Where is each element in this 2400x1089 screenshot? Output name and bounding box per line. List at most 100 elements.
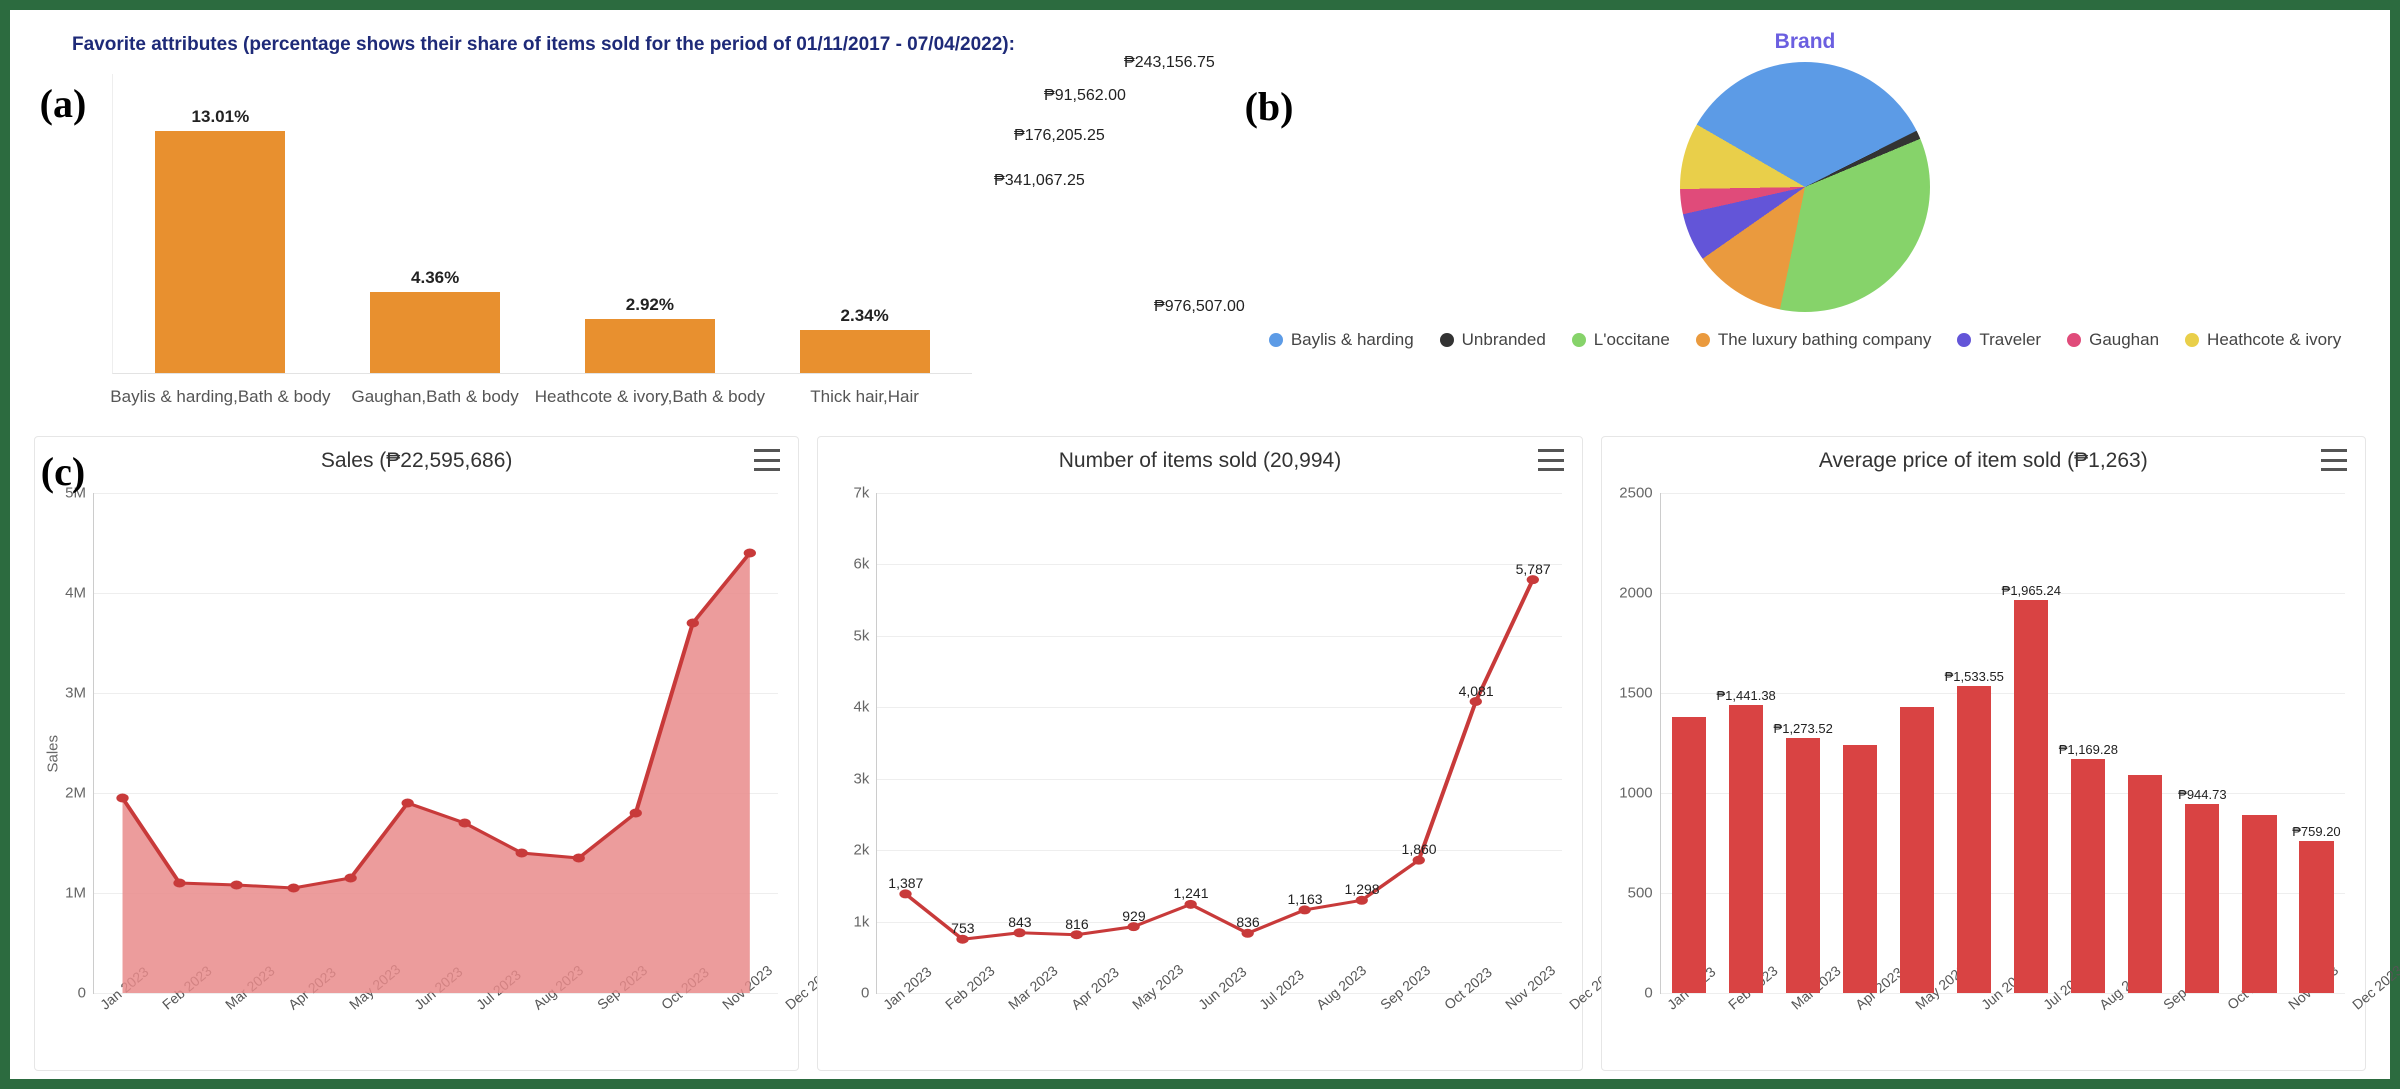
avg-price-bar <box>1900 707 1934 993</box>
items-plot: 01k2k3k4k5k6k7kJan 2023Feb 2023Mar 2023A… <box>876 483 1561 1064</box>
avg-price-bar: ₱759.20 <box>2299 841 2333 993</box>
hamburger-icon[interactable] <box>1538 449 1564 471</box>
y-tick-label: 0 <box>861 985 877 1002</box>
pie-slice-label: ₱91,562.00 <box>1044 87 1126 105</box>
y-tick-label: 7k <box>853 485 877 502</box>
legend-swatch-icon <box>1696 333 1710 347</box>
hamburger-icon[interactable] <box>2321 449 2347 471</box>
bar-value-label: ₱1,965.24 <box>2002 583 2061 598</box>
sales-card-title: Sales (₱22,595,686) <box>321 449 512 473</box>
y-tick-label: 0 <box>78 985 94 1002</box>
panel-letter-c: (c) <box>28 448 98 495</box>
sales-plot: Sales 01M2M3M4M5MJan 2023Feb 2023Mar 202… <box>93 483 778 1064</box>
avg-price-bar <box>1672 717 1706 993</box>
bar-value-label: 4.36% <box>411 268 459 288</box>
bar-col: 4.36%Gaughan,Bath & body <box>328 74 543 373</box>
bar-value-label: ₱1,533.55 <box>1945 669 2004 684</box>
bar <box>585 319 715 373</box>
bar-col: 13.01%Baylis & harding,Bath & body <box>113 74 328 373</box>
legend-swatch-icon <box>2067 333 2081 347</box>
brand-pie-panel: (b) Brand ₱967,964.75₱32,030.00₱976,507.… <box>1244 28 2366 428</box>
point-value-label: 1,241 <box>1173 885 1208 901</box>
panel-letter-b: (b) <box>1234 83 1304 130</box>
bar <box>155 131 285 373</box>
pie-slice-label: ₱976,507.00 <box>1154 298 1245 316</box>
y-tick-label: 2000 <box>1619 585 1660 602</box>
y-tick-label: 1k <box>853 913 877 930</box>
y-tick-label: 1500 <box>1619 685 1660 702</box>
brand-pie-title: Brand <box>1244 30 2366 54</box>
y-tick-label: 3k <box>853 770 877 787</box>
point-value-label: 836 <box>1236 914 1259 930</box>
legend-swatch-icon <box>1957 333 1971 347</box>
legend-label: Gaughan <box>2089 330 2159 350</box>
x-tick-label: Dec 2023 <box>2346 962 2400 1015</box>
panel-letter-a: (a) <box>28 80 98 127</box>
legend-swatch-icon <box>2185 333 2199 347</box>
items-card-title: Number of items sold (20,994) <box>1059 449 1341 473</box>
legend-item[interactable]: The luxury bathing company <box>1696 330 1932 350</box>
bar-category-label: Thick hair,Hair <box>810 387 919 407</box>
bar-col: 2.92%Heathcote & ivory,Bath & body <box>543 74 758 373</box>
legend-label: Traveler <box>1979 330 2041 350</box>
y-tick-label: 3M <box>65 685 94 702</box>
y-tick-label: 1M <box>65 885 94 902</box>
point-value-label: 816 <box>1065 916 1088 932</box>
favorite-attributes-panel: Favorite attributes (percentage shows th… <box>34 28 1212 428</box>
legend-item[interactable]: L'occitane <box>1572 330 1670 350</box>
avg-price-bar: ₱1,169.28 <box>2071 759 2105 993</box>
bar-value-label: ₱759.20 <box>2292 824 2340 839</box>
point-value-label: 1,163 <box>1288 891 1323 907</box>
y-tick-label: 2k <box>853 842 877 859</box>
point-value-label: 1,387 <box>888 875 923 891</box>
avg-price-bar <box>2128 775 2162 993</box>
bar-col: 2.34%Thick hair,Hair <box>757 74 972 373</box>
bar-value-label: ₱1,273.52 <box>1774 721 1833 736</box>
sales-ylabel: Sales <box>45 734 62 772</box>
avg-price-bar <box>1843 745 1877 993</box>
avg-price-bar: ₱944.73 <box>2185 804 2219 993</box>
bar-value-label: ₱1,441.38 <box>1717 688 1776 703</box>
legend-item[interactable]: Heathcote & ivory <box>2185 330 2341 350</box>
avg-price-bar: ₱1,441.38 <box>1729 705 1763 993</box>
y-tick-label: 2500 <box>1619 485 1660 502</box>
sales-area-svg <box>94 493 778 993</box>
pie-wrap: ₱967,964.75₱32,030.00₱976,507.00₱341,067… <box>1244 62 2366 312</box>
dashboard-page: Favorite attributes (percentage shows th… <box>10 10 2390 1079</box>
bar-category-label: Gaughan,Bath & body <box>351 387 518 407</box>
y-tick-label: 4M <box>65 585 94 602</box>
avg-price-bar <box>2242 815 2276 993</box>
avg-card-title: Average price of item sold (₱1,263) <box>1819 449 2148 473</box>
favorite-attr-bar-chart: 13.01%Baylis & harding,Bath & body4.36%G… <box>112 74 972 374</box>
top-row: Favorite attributes (percentage shows th… <box>34 28 2366 428</box>
items-line-svg <box>877 493 1561 993</box>
favorite-attr-title: Favorite attributes (percentage shows th… <box>72 34 1212 56</box>
avg-plot: 05001000150020002500Jan 2023Feb 2023Mar … <box>1660 483 2345 1064</box>
y-tick-label: 0 <box>1644 985 1660 1002</box>
pie-slice-label: ₱243,156.75 <box>1124 54 1215 72</box>
y-tick-label: 6k <box>853 556 877 573</box>
legend-item[interactable]: Traveler <box>1957 330 2041 350</box>
legend-label: Heathcote & ivory <box>2207 330 2341 350</box>
brand-pie <box>1680 62 1930 312</box>
legend-swatch-icon <box>1440 333 1454 347</box>
legend-label: The luxury bathing company <box>1718 330 1932 350</box>
point-value-label: 843 <box>1008 914 1031 930</box>
legend-item[interactable]: Gaughan <box>2067 330 2159 350</box>
avg-price-bar: ₱1,533.55 <box>1957 686 1991 993</box>
legend-item[interactable]: Baylis & harding <box>1269 330 1414 350</box>
legend-swatch-icon <box>1269 333 1283 347</box>
legend-label: Baylis & harding <box>1291 330 1414 350</box>
point-value-label: 5,787 <box>1516 560 1551 576</box>
bar-value-label: 13.01% <box>192 107 250 127</box>
y-tick-label: 4k <box>853 699 877 716</box>
point-value-label: 753 <box>951 920 974 936</box>
bar <box>800 330 930 373</box>
avg-price-bar: ₱1,965.24 <box>2014 600 2048 993</box>
avg-price-card: Average price of item sold (₱1,263) 0500… <box>1601 436 2366 1071</box>
legend-swatch-icon <box>1572 333 1586 347</box>
row-c: (c) Sales (₱22,595,686) Sales 01M2M3M4M5… <box>34 436 2366 1071</box>
legend-item[interactable]: Unbranded <box>1440 330 1546 350</box>
pie-slice-label: ₱341,067.25 <box>994 172 1085 190</box>
hamburger-icon[interactable] <box>754 449 780 471</box>
